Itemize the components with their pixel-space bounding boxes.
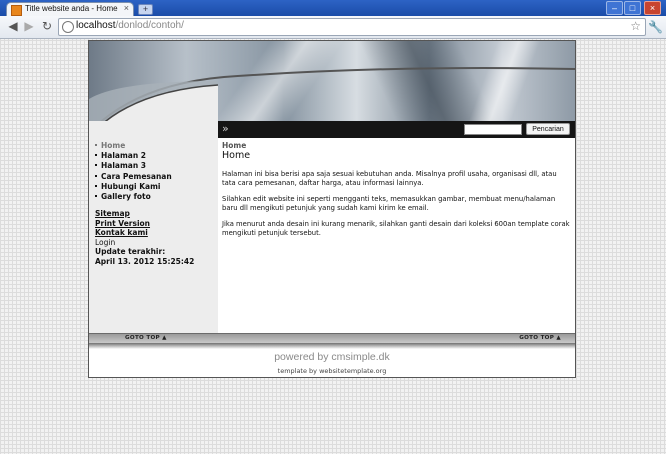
back-arrow-icon[interactable]: ◀ bbox=[6, 19, 20, 33]
content-paragraph: Jika menurut anda desain ini kurang mena… bbox=[222, 220, 570, 237]
browser-title-bar: Title website anda - Home × + – □ × bbox=[0, 0, 666, 17]
menu-item-label: Home bbox=[101, 141, 126, 150]
last-update-label: Update terakhir: bbox=[95, 247, 166, 257]
menu-item-cara-pemesanan[interactable]: Cara Pemesanan bbox=[95, 172, 172, 182]
reload-icon[interactable]: ↻ bbox=[40, 19, 54, 33]
print-version-link[interactable]: Print Version bbox=[95, 219, 194, 229]
menu-item-label: Gallery foto bbox=[101, 192, 151, 202]
address-bar[interactable]: localhost/donlod/contoh/ ☆ bbox=[58, 18, 646, 36]
wrench-menu-icon[interactable]: 🔧 bbox=[648, 20, 663, 34]
search-button[interactable]: Pencarian bbox=[526, 123, 570, 135]
close-window-button[interactable]: × bbox=[644, 1, 661, 15]
menu-item-home[interactable]: Home bbox=[95, 141, 172, 151]
url-host: localhost bbox=[76, 20, 116, 31]
template-credit[interactable]: template by websitetemplate.org bbox=[89, 367, 575, 375]
breadcrumb[interactable]: Home bbox=[222, 141, 572, 150]
footer-divider bbox=[89, 343, 575, 349]
globe-icon bbox=[62, 21, 74, 33]
last-update-date: April 13. 2012 15:25:42 bbox=[95, 256, 195, 266]
powered-by-text[interactable]: powered by cmsimple.dk bbox=[89, 351, 575, 363]
bullet-icon bbox=[95, 195, 97, 198]
browser-tab[interactable]: Title website anda - Home × bbox=[6, 2, 134, 17]
contact-link[interactable]: Kontak kami bbox=[95, 228, 194, 238]
sidebar-links: Sitemap Print Version Kontak kami Login … bbox=[95, 209, 194, 267]
url-path: /donlod/contoh/ bbox=[115, 20, 184, 31]
page-title: Home bbox=[222, 150, 251, 161]
bullet-icon bbox=[95, 174, 97, 177]
maximize-button[interactable]: □ bbox=[624, 1, 641, 15]
goto-top-link-left[interactable]: GOTO TOP ▲ bbox=[125, 335, 167, 341]
main-menu: Home Halaman 2 Halaman 3 Cara Pemesanan … bbox=[95, 141, 172, 202]
main-content: Home Home Halaman ini bisa berisi apa sa… bbox=[222, 141, 572, 238]
menu-item-label: Cara Pemesanan bbox=[101, 171, 172, 181]
content-paragraph: Halaman ini bisa berisi apa saja sesuai … bbox=[222, 170, 557, 187]
login-link[interactable]: Login bbox=[95, 238, 194, 248]
menu-item-label: Halaman 3 bbox=[101, 161, 147, 171]
menu-item-label: Hubungi Kami bbox=[101, 181, 161, 191]
double-chevron-icon: » bbox=[222, 122, 229, 135]
minimize-button[interactable]: – bbox=[606, 1, 623, 15]
goto-top-link-right[interactable]: GOTO TOP ▲ bbox=[519, 335, 561, 341]
bullet-icon bbox=[95, 164, 97, 167]
sitemap-link[interactable]: Sitemap bbox=[95, 209, 194, 219]
search-bar: » Pencarian bbox=[218, 121, 575, 138]
tab-close-icon[interactable]: × bbox=[124, 3, 129, 13]
website-page: » Pencarian Home Halaman 2 Halaman 3 Car… bbox=[88, 40, 576, 378]
bullet-icon bbox=[95, 184, 97, 187]
browser-toolbar: ◀ ▶ ↻ localhost/donlod/contoh/ ☆ 🔧 bbox=[0, 16, 666, 39]
favicon-icon bbox=[11, 5, 22, 16]
bullet-icon bbox=[95, 154, 97, 157]
menu-item-halaman-2[interactable]: Halaman 2 bbox=[95, 151, 172, 161]
menu-item-label: Halaman 2 bbox=[101, 151, 147, 161]
menu-item-hubungi-kami[interactable]: Hubungi Kami bbox=[95, 182, 172, 192]
menu-item-gallery-foto[interactable]: Gallery foto bbox=[95, 192, 172, 202]
url-text[interactable]: localhost/donlod/contoh/ bbox=[76, 20, 184, 31]
menu-item-halaman-3[interactable]: Halaman 3 bbox=[95, 161, 172, 171]
new-tab-button[interactable]: + bbox=[138, 4, 153, 15]
content-paragraph: Silahkan edit website ini seperti mengga… bbox=[222, 195, 556, 212]
goto-top-bar: GOTO TOP ▲ GOTO TOP ▲ bbox=[89, 333, 575, 343]
search-input[interactable] bbox=[464, 124, 522, 135]
bullet-icon bbox=[95, 144, 97, 146]
bookmark-star-icon[interactable]: ☆ bbox=[630, 19, 641, 33]
tab-title: Title website anda - Home bbox=[25, 4, 118, 13]
forward-arrow-icon[interactable]: ▶ bbox=[22, 19, 36, 33]
